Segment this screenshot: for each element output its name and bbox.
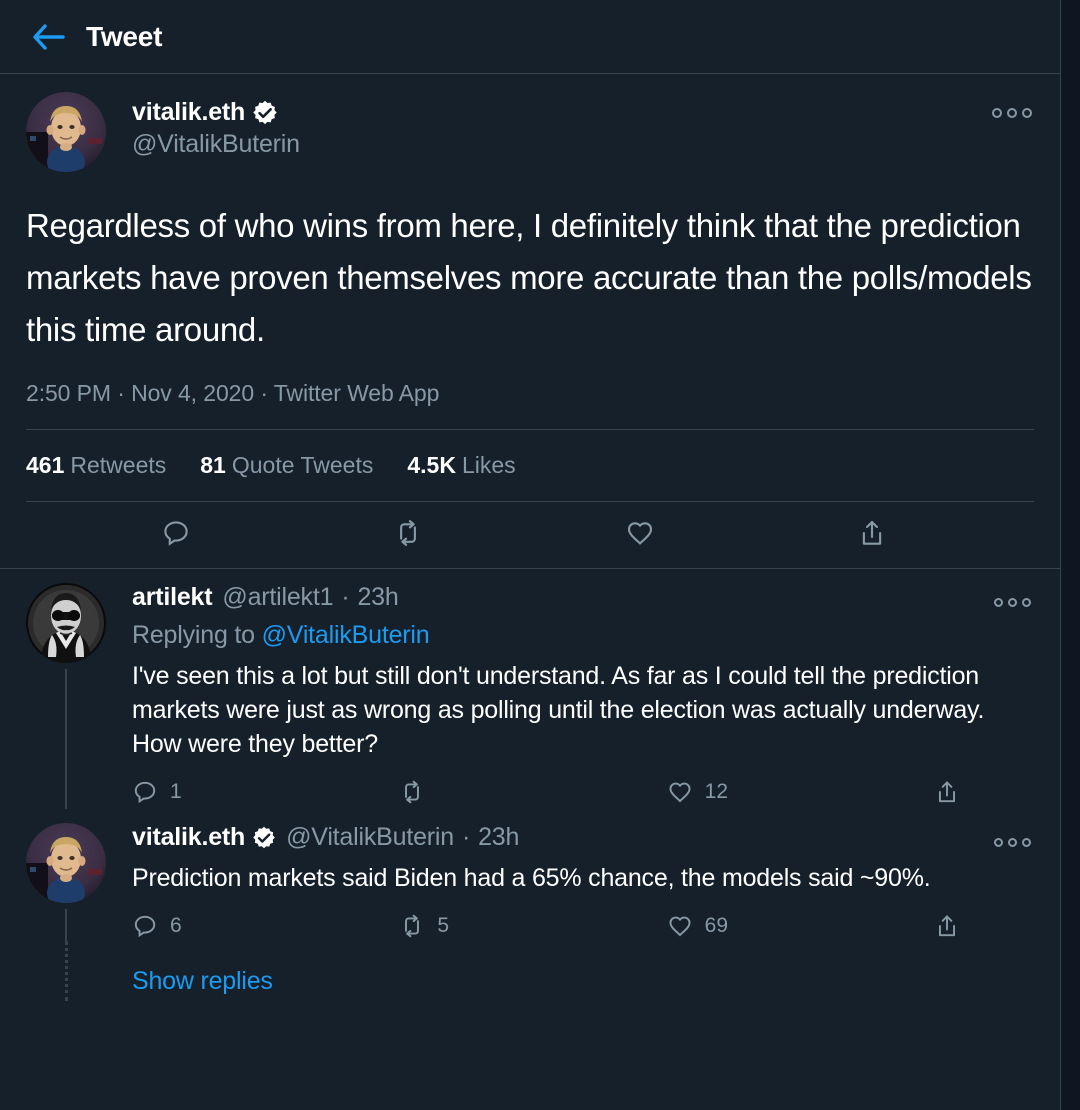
show-replies-row: Show replies [0,941,1060,1002]
stat-count: 4.5K [407,452,456,479]
reply-content: artilekt @artilekt1 · 23h Replying to @V… [132,583,1034,809]
reply-content: vitalik.eth @VitalikButerin · 23h Predic… [132,823,1034,943]
reply-author-handle[interactable]: @VitalikButerin [286,823,454,852]
verified-badge-icon [252,100,278,126]
reply-tweet: artilekt @artilekt1 · 23h Replying to @V… [0,569,1060,810]
reply-button[interactable]: 1 [132,779,399,805]
reply-actions: 1 12 [132,779,1034,805]
like-button[interactable] [625,518,667,548]
like-count: 12 [704,780,729,804]
engagement-stats: 461 Retweets 81 Quote Tweets 4.5K Likes [26,430,1034,501]
reply-button[interactable]: 6 [132,913,399,939]
back-arrow-icon[interactable] [26,14,72,60]
avatar[interactable] [26,92,106,172]
reply-author-display-name[interactable]: artilekt [132,583,213,612]
reply-text: Prediction markets said Biden had a 65% … [132,864,931,893]
stat-quote-tweets[interactable]: 81 Quote Tweets [200,452,373,479]
avatar[interactable] [26,583,106,664]
thread-connector-line [65,669,67,810]
reply-avatar-column [26,583,106,810]
reply-count: 1 [170,780,182,804]
retweet-button[interactable]: 5 [399,913,666,939]
author-handle[interactable]: @VitalikButerin [132,130,300,159]
stat-label: Likes [461,452,516,479]
reply-inner: vitalik.eth @VitalikButerin · 23h Predic… [26,823,1034,944]
reply-actions: 6 5 69 [132,913,1034,939]
twitter-thread-page: Tweet vitalik.eth @VitalikButerin Regard… [0,0,1080,1110]
show-replies-link[interactable]: Show replies [132,943,273,1001]
reply-author-row: artilekt @artilekt1 · 23h [132,583,1034,612]
main-tweet-timestamp: 2:50 PM · Nov 4, 2020 · Twitter Web App [26,380,440,407]
main-tweet-text: Regardless of who wins from here, I defi… [26,207,1032,349]
main-column: Tweet vitalik.eth @VitalikButerin Regard… [0,0,1061,1110]
avatar[interactable] [26,823,106,904]
stat-count: 81 [200,452,226,479]
reply-timestamp[interactable]: 23h [478,823,519,852]
stat-label: Quote Tweets [231,452,374,479]
reply-text: I've seen this a lot but still don't und… [132,662,985,759]
main-tweet-actions [26,502,1034,568]
like-count: 69 [704,914,729,938]
reply-more-options-icon[interactable] [990,827,1034,857]
dot [1021,597,1031,607]
author-name-row: vitalik.eth [132,98,300,127]
stat-likes[interactable]: 4.5K Likes [407,452,515,479]
reply-inner: artilekt @artilekt1 · 23h Replying to @V… [26,583,1034,810]
reply-tweet: vitalik.eth @VitalikButerin · 23h Predic… [0,809,1060,944]
like-button[interactable]: 12 [667,779,934,805]
separator: · [461,823,471,852]
stat-count: 461 [26,452,65,479]
reply-author-display-name[interactable]: vitalik.eth [132,823,245,852]
reply-avatar-column [26,823,106,944]
dot [993,597,1003,607]
reply-author-handle[interactable]: @artilekt1 [222,583,333,612]
replying-to-label: Replying to [132,621,255,650]
dot [993,837,1003,847]
reply-button[interactable] [161,518,203,548]
stat-label: Retweets [70,452,167,479]
retweet-button[interactable] [393,518,435,548]
main-tweet: vitalik.eth @VitalikButerin Regardless o… [0,74,1060,568]
retweet-count: 5 [437,914,450,938]
separator: · [341,583,350,612]
dot [1022,108,1032,118]
reply-more-options-icon[interactable] [990,587,1034,617]
reply-timestamp[interactable]: 23h [357,583,398,612]
thread-connector-dotted [64,941,68,1002]
dot [1007,597,1017,607]
dot [1021,837,1031,847]
thread-connector-line [65,909,67,944]
reply-author-row: vitalik.eth @VitalikButerin · 23h [132,823,1034,852]
dot [1007,108,1017,118]
share-button[interactable] [934,913,972,939]
main-tweet-header: vitalik.eth @VitalikButerin [26,92,1034,172]
main-tweet-more-options-icon[interactable] [990,96,1034,130]
verified-badge-icon [252,826,276,850]
reply-count: 6 [170,914,182,938]
replying-to-handle-link[interactable]: @VitalikButerin [262,621,430,649]
dot [992,108,1002,118]
replying-to-row: Replying to @VitalikButerin [132,621,1034,650]
share-button[interactable] [857,518,899,548]
dot [1007,837,1017,847]
main-tweet-author: vitalik.eth @VitalikButerin [132,92,300,159]
page-title: Tweet [86,20,163,52]
retweet-button[interactable] [399,779,666,805]
like-button[interactable]: 69 [667,913,934,939]
show-replies-connector-column [26,941,106,1002]
stat-retweets[interactable]: 461 Retweets [26,452,166,479]
page-header: Tweet [0,0,1060,74]
share-button[interactable] [934,779,972,805]
author-display-name[interactable]: vitalik.eth [132,98,245,127]
